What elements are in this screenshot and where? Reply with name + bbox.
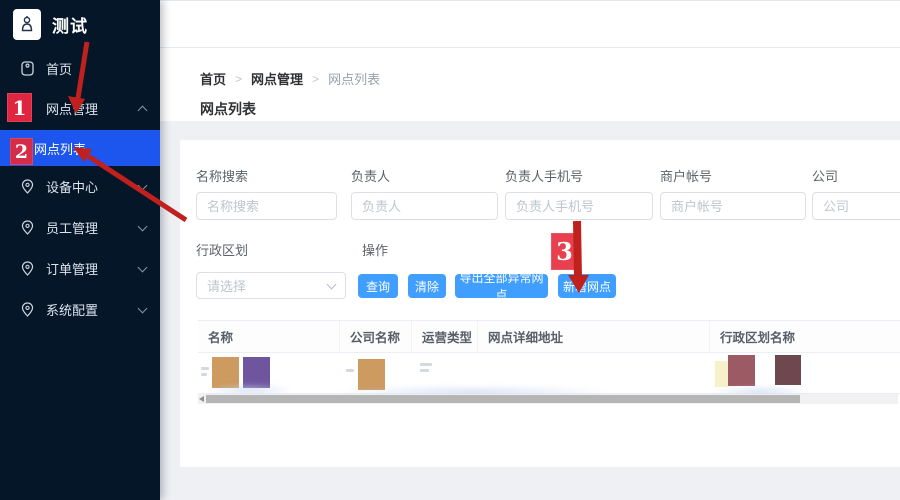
logo-emblem-icon [13,9,41,40]
region-select-placeholder: 请选择 [207,276,246,295]
sidebar-item-employee-management[interactable]: 员工管理 [0,207,160,248]
breadcrumb-separator: > [235,72,242,86]
column-header-region: 行政区划名称 [710,321,900,352]
sidebar-item-label: 设备中心 [46,177,98,196]
sidebar-item-home[interactable]: 首页 [0,48,160,88]
pin-icon [20,220,35,236]
content-area: 名称搜索 负责人 负责人手机号 商户帐号 公司 行政区划 操作 请选择 查询 清… [160,121,900,500]
export-abnormal-branches-button[interactable]: 导出全部异常网点 [455,274,548,298]
redacted-cell-highlight [715,361,728,387]
field-label-company: 公司 [812,166,838,185]
redacted-cell-block [728,355,755,386]
sidebar-item-order-management[interactable]: 订单管理 [0,248,160,289]
breadcrumb-branch-list: 网点列表 [328,69,380,88]
add-branch-button[interactable]: 新增网点 [558,274,616,298]
chevron-down-icon [138,224,146,232]
field-label-manager: 负责人 [351,166,390,185]
page-title: 网点列表 [200,99,900,119]
column-header-operation-type: 运营类型 [412,321,478,352]
sidebar-item-label: 网点列表 [34,139,86,158]
redacted-text [346,369,354,372]
pin-icon [20,261,35,277]
column-header-company: 公司名称 [340,321,412,352]
field-label-merchant-account: 商户帐号 [660,166,712,185]
field-label-name-search: 名称搜索 [196,166,248,185]
annotation-step-3-badge: 3 [551,233,578,270]
table-header-row: 名称 公司名称 运营类型 网点详细地址 行政区划名称 [198,320,900,353]
chevron-down-icon [138,183,146,191]
ops-label: 操作 [362,240,388,259]
field-label-region: 行政区划 [196,240,248,259]
breadcrumb-separator: > [312,72,319,86]
chevron-down-icon [138,306,146,314]
sidebar-item-label: 网点管理 [46,99,98,118]
redacted-cell-block [775,355,801,385]
field-label-manager-phone: 负责人手机号 [505,166,583,185]
scroll-left-arrow-icon[interactable] [199,396,204,402]
horizontal-scrollbar[interactable] [198,394,898,404]
query-button[interactable]: 查询 [358,274,398,298]
sidebar-item-device-center[interactable]: 设备中心 [0,166,160,207]
chevron-down-icon [327,282,335,290]
name-search-input[interactable] [196,192,337,220]
annotation-step-1-badge: 1 [7,93,32,122]
sidebar-item-label: 系统配置 [46,300,98,319]
sidebar-item-system-config[interactable]: 系统配置 [0,289,160,330]
app-logo: 测试 [0,0,160,48]
redacted-text [201,367,209,370]
company-input[interactable] [812,192,900,220]
app-title: 测试 [52,12,88,37]
clear-button[interactable]: 清除 [408,274,446,298]
main-area: 首页 > 网点管理 > 网点列表 网点列表 名称搜索 负责人 负责人手机号 商户… [160,0,900,500]
merchant-account-input[interactable] [660,192,806,220]
table-row[interactable] [198,353,900,394]
redacted-text [420,369,429,372]
region-select[interactable]: 请选择 [196,272,346,299]
branch-table: 名称 公司名称 运营类型 网点详细地址 行政区划名称 [198,320,900,394]
column-header-name: 名称 [198,321,340,352]
tag-icon [20,60,35,76]
pin-icon [20,179,35,195]
manager-input[interactable] [351,192,498,220]
breadcrumb-branch-management[interactable]: 网点管理 [251,69,303,88]
annotation-step-2-badge: 2 [10,138,33,165]
filter-and-table-card: 名称搜索 负责人 负责人手机号 商户帐号 公司 行政区划 操作 请选择 查询 清… [180,140,900,467]
redacted-cell-block [358,359,385,390]
top-header-bar [160,0,900,48]
scrollbar-thumb[interactable] [206,395,800,403]
chevron-up-icon [138,104,146,112]
sidebar: 测试 首页 网点管理 网点列表 [0,0,160,500]
redacted-text [420,363,432,366]
chevron-down-icon [138,265,146,273]
manager-phone-input[interactable] [505,192,653,220]
redacted-text [201,373,207,376]
sidebar-item-label: 员工管理 [46,218,98,237]
sidebar-item-label: 首页 [46,59,72,78]
sidebar-menu: 首页 网点管理 网点列表 设备中心 [0,48,160,330]
pin-icon [20,302,35,318]
column-header-address: 网点详细地址 [478,321,710,352]
breadcrumb: 首页 > 网点管理 > 网点列表 [200,69,900,88]
breadcrumb-band: 首页 > 网点管理 > 网点列表 网点列表 [160,48,900,121]
sidebar-item-label: 订单管理 [46,259,98,278]
breadcrumb-home[interactable]: 首页 [200,69,226,88]
